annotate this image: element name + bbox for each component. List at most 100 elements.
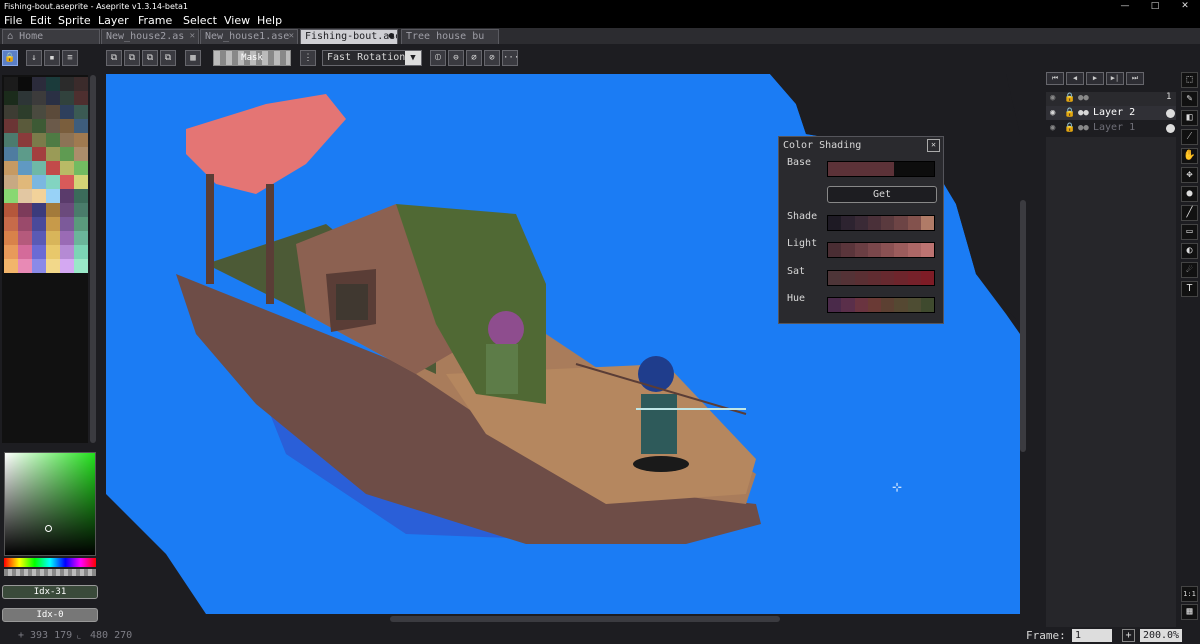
palette-swatch[interactable] [32,119,46,133]
tab-tree-house[interactable]: Tree house bu [401,29,499,44]
ramp-swatch[interactable] [867,162,881,176]
tab-fishing-bout[interactable]: Fishing-bout.ase ● [300,29,398,44]
selection-add-icon[interactable]: ⧉ [124,50,140,66]
palette-swatch[interactable] [46,119,60,133]
ramp-swatch[interactable] [854,216,868,230]
last-frame-button[interactable]: ⏭ [1126,72,1144,85]
palette-swatch[interactable] [18,91,32,105]
palette-swatch[interactable] [32,105,46,119]
palette-swatch[interactable] [18,147,32,161]
background-color-button[interactable]: Idx-0 [2,608,98,622]
palette-swatch[interactable] [74,175,88,189]
menu-select[interactable]: Select [183,13,217,28]
base-ramp[interactable] [827,161,935,177]
flip-horizontal-icon[interactable]: ⦶ [430,50,446,66]
ramp-swatch[interactable] [920,243,934,257]
frame-number[interactable]: 1 [1166,92,1171,102]
palette-swatch[interactable] [74,91,88,105]
ramp-swatch[interactable] [828,216,842,230]
rotation-algorithm-select[interactable]: Fast Rotation ▼ [322,50,422,66]
ramp-swatch[interactable] [907,216,921,230]
ramp-swatch[interactable] [854,298,868,312]
tab-new-house2[interactable]: New_house2.as ✕ [101,29,199,44]
palette-swatch[interactable] [18,203,32,217]
palette-swatch[interactable] [46,189,60,203]
palette-swatch[interactable] [74,77,88,91]
palette-swatch[interactable] [4,203,18,217]
smudge-tool-icon[interactable]: ☄ [1181,262,1198,278]
page-icon[interactable]: ▪ [44,50,60,66]
palette-swatch[interactable] [18,133,32,147]
palette-swatch[interactable] [18,119,32,133]
palette-swatch[interactable] [46,217,60,231]
canvas-vertical-scrollbar[interactable] [1020,200,1026,452]
text-tool-icon[interactable]: T [1181,281,1198,297]
ramp-swatch[interactable] [881,243,895,257]
palette-swatch[interactable] [32,189,46,203]
next-frame-button[interactable]: ▶| [1106,72,1124,85]
ramp-swatch[interactable] [828,243,842,257]
palette-swatch[interactable] [4,77,18,91]
ramp-swatch[interactable] [894,243,908,257]
palette-swatch[interactable] [46,175,60,189]
tab-new-house1[interactable]: New_house1.ase ✕ [200,29,298,44]
continuous-icon[interactable]: ●● [1078,106,1089,120]
palette-swatch[interactable] [46,245,60,259]
marquee-tool-icon[interactable]: ⬚ [1181,72,1198,88]
ramp-swatch[interactable] [867,243,881,257]
palette-swatch[interactable] [32,231,46,245]
layer-row-2[interactable]: ◉ 🔒 ●● Layer 2 [1046,106,1176,120]
palette-swatch[interactable] [4,147,18,161]
close-tab-icon[interactable]: ✕ [190,30,195,43]
palette-swatch[interactable] [32,175,46,189]
palette-swatch[interactable] [18,105,32,119]
ramp-swatch[interactable] [894,271,908,285]
palette-swatch[interactable] [60,175,74,189]
palette-swatch[interactable] [4,161,18,175]
ramp-swatch[interactable] [907,243,921,257]
ramp-swatch[interactable] [920,162,934,176]
palette-swatch[interactable] [60,147,74,161]
menu-help[interactable]: Help [257,13,282,28]
ramp-swatch[interactable] [854,243,868,257]
palette-swatch[interactable] [46,231,60,245]
palette-swatch[interactable] [74,217,88,231]
tab-home[interactable]: ⌂ Home [2,29,100,44]
palette-swatch[interactable] [74,105,88,119]
zoom-input[interactable]: 200.0% [1140,629,1182,642]
hue-ramp[interactable] [827,297,935,313]
ramp-swatch[interactable] [867,216,881,230]
ramp-swatch[interactable] [920,216,934,230]
palette-swatch[interactable] [32,259,46,273]
line-tool-icon[interactable]: ╱ [1181,205,1198,221]
add-frame-button[interactable]: + [1122,629,1135,642]
palette-swatch[interactable] [60,217,74,231]
ramp-swatch[interactable] [841,298,855,312]
rotate-icon[interactable]: ∅ [466,50,482,66]
ramp-swatch[interactable] [841,216,855,230]
palette-swatch[interactable] [4,175,18,189]
mask-color-button[interactable]: Mask [213,50,291,66]
palette-swatch[interactable] [74,203,88,217]
ramp-swatch[interactable] [854,271,868,285]
menu-edit[interactable]: Edit [30,13,51,28]
palette-swatch[interactable] [60,189,74,203]
palette-swatch[interactable] [74,231,88,245]
close-tab-icon[interactable]: ✕ [289,30,294,43]
prev-frame-button[interactable]: ◀ [1066,72,1084,85]
shade-ramp[interactable] [827,215,935,231]
palette-swatch[interactable] [60,161,74,175]
selection-subtract-icon[interactable]: ⧉ [142,50,158,66]
palette-swatch[interactable] [32,161,46,175]
palette-swatch[interactable] [74,189,88,203]
palette-swatch[interactable] [4,217,18,231]
more-options-button[interactable]: ··· [502,50,519,66]
palette-swatch[interactable] [18,231,32,245]
sat-ramp[interactable] [827,270,935,286]
palette-swatch[interactable] [4,119,18,133]
palette-swatch[interactable] [46,161,60,175]
lock-icon[interactable]: 🔒 [2,50,18,66]
palette-swatch[interactable] [4,245,18,259]
palette-swatch[interactable] [4,133,18,147]
down-arrow-icon[interactable]: ↓ [26,50,42,66]
